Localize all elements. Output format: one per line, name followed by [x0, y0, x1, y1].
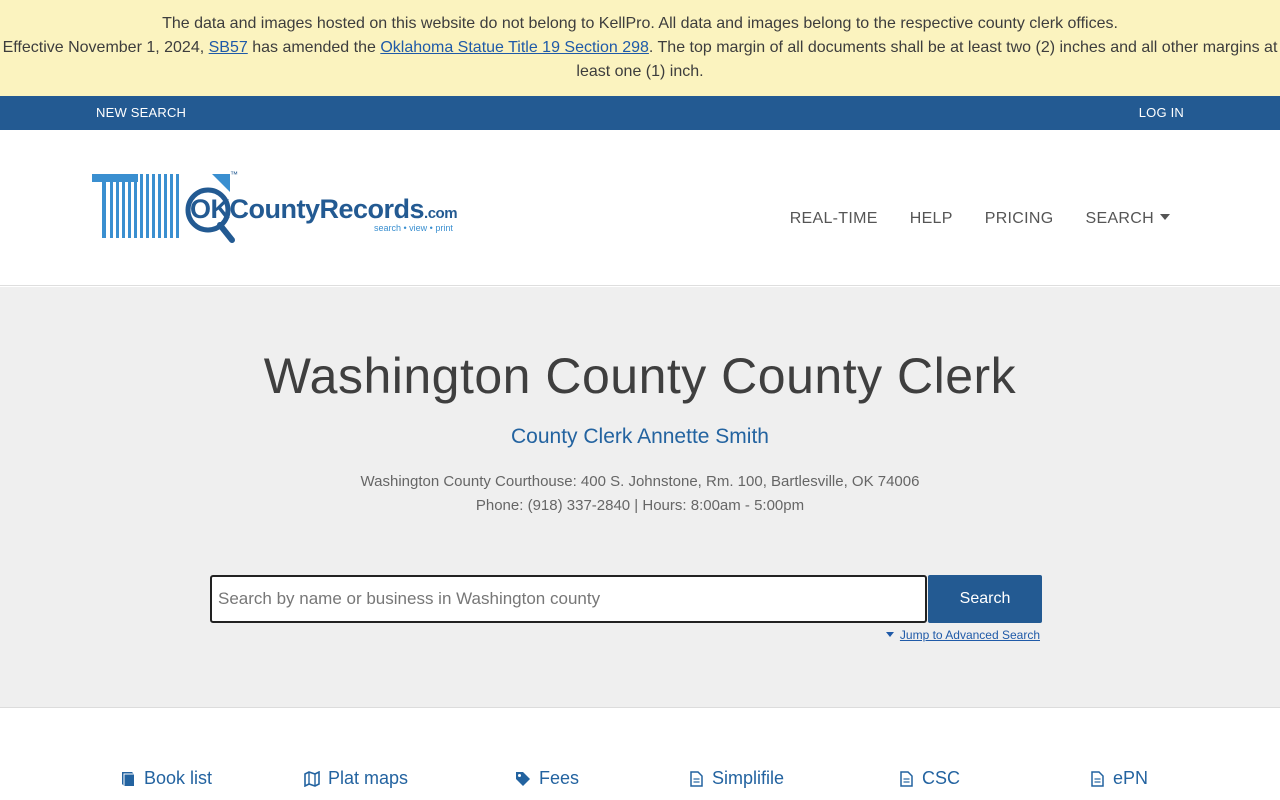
notice-text-post: . The top margin of all documents shall …	[576, 39, 1278, 80]
notice-text-mid: has amended the	[247, 39, 381, 56]
sb57-link[interactable]: SB57	[209, 39, 248, 56]
nav-pricing[interactable]: PRICING	[985, 210, 1054, 228]
caret-down-icon	[1160, 214, 1170, 220]
site-header: OKCountyRecords.com search • view • prin…	[0, 130, 1280, 286]
main-nav: REAL-TIME HELP PRICING SEARCH	[790, 210, 1170, 228]
top-bar: NEW SEARCH LOG IN	[0, 96, 1280, 130]
plat-maps-link[interactable]: Plat maps	[304, 768, 408, 789]
search-input[interactable]	[210, 575, 927, 623]
nav-help[interactable]: HELP	[910, 210, 953, 228]
epn-label: ePN	[1113, 768, 1149, 788]
nav-search-dropdown[interactable]: SEARCH	[1086, 210, 1170, 228]
search-button[interactable]: Search	[928, 575, 1042, 623]
simplifile-link[interactable]: Simplifile	[688, 768, 784, 789]
document-icon	[900, 770, 913, 787]
hero-section: Washington County County Clerk County Cl…	[0, 287, 1280, 708]
county-clerk-name: County Clerk Annette Smith	[511, 425, 769, 448]
csc-label: CSC	[922, 768, 961, 788]
advanced-search-jump: Jump to Advanced Search	[885, 628, 1040, 642]
office-contact: Phone: (918) 337-2840 | Hours: 8:00am - …	[475, 497, 805, 514]
okcountyrecords-logo[interactable]: OKCountyRecords.com search • view • prin…	[90, 170, 460, 246]
book-list-label: Book list	[144, 768, 213, 788]
notice-line-1: The data and images hosted on this websi…	[162, 15, 1118, 32]
logo-trademark: ™	[230, 170, 238, 179]
csc-link[interactable]: CSC	[898, 768, 960, 789]
simplifile-label: Simplifile	[712, 768, 785, 788]
caret-down-icon	[885, 632, 894, 637]
office-info: Washington County Courthouse: 400 S. Joh…	[0, 470, 1280, 518]
logo-tagline: search • view • print	[374, 223, 453, 233]
page-title: Washington County County Clerk	[263, 348, 1017, 404]
book-icon	[122, 771, 134, 786]
logo-word: OKCountyRecords	[190, 194, 425, 224]
fees-label: Fees	[539, 768, 580, 788]
epn-link[interactable]: ePN	[1089, 768, 1148, 789]
fees-link[interactable]: Fees	[515, 768, 579, 789]
quick-links: Book list Plat maps Fees Simplifile CSC …	[0, 708, 1280, 800]
advanced-search-link[interactable]: Jump to Advanced Search	[900, 628, 1040, 642]
site-notice-banner: The data and images hosted on this websi…	[0, 0, 1280, 96]
login-link[interactable]: LOG IN	[1139, 105, 1184, 120]
document-icon	[690, 770, 703, 787]
tag-icon	[516, 771, 530, 786]
oklahoma-statute-link[interactable]: Oklahoma Statue Title 19 Section 298	[380, 39, 649, 56]
notice-text-pre: Effective November 1, 2024,	[2, 39, 209, 56]
new-search-link[interactable]: NEW SEARCH	[96, 105, 186, 120]
office-address: Washington County Courthouse: 400 S. Joh…	[360, 473, 920, 490]
nav-search-label: SEARCH	[1085, 210, 1154, 227]
map-icon	[304, 770, 320, 787]
book-list-link[interactable]: Book list	[120, 768, 212, 789]
logo-wordmark: OKCountyRecords.com	[190, 194, 458, 225]
logo-com: .com	[424, 205, 458, 222]
notice-line-2: Effective November 1, 2024, SB57 has ame…	[0, 36, 1280, 84]
document-icon	[1091, 770, 1104, 787]
plat-maps-label: Plat maps	[328, 768, 409, 788]
nav-realtime[interactable]: REAL-TIME	[790, 210, 878, 228]
